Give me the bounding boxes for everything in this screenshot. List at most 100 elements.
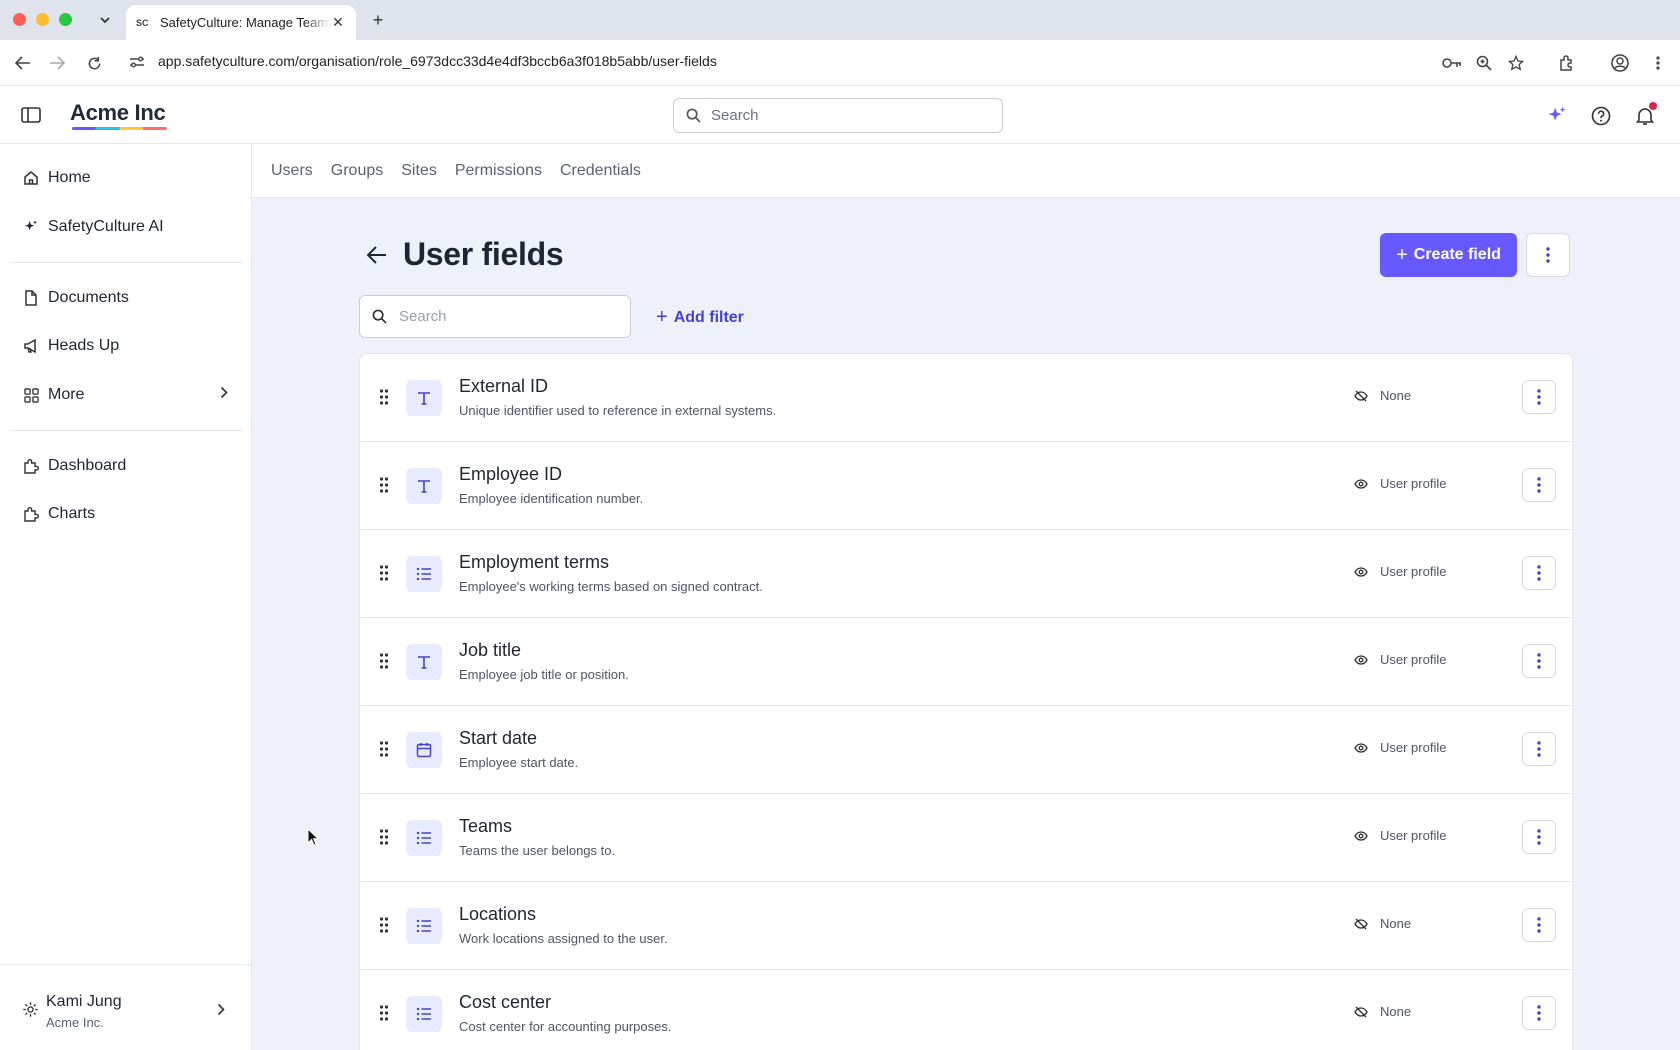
- field-more-button[interactable]: [1522, 908, 1556, 942]
- sidebar-divider: [10, 262, 242, 263]
- field-row[interactable]: Employment terms Employee's working terms…: [360, 530, 1572, 618]
- field-row[interactable]: Cost center Cost center for accounting pu…: [360, 970, 1572, 1050]
- drag-handle-icon[interactable]: [379, 652, 389, 675]
- help-icon[interactable]: [1589, 104, 1613, 128]
- user-menu[interactable]: Kami Jung Acme Inc.: [0, 964, 251, 1050]
- field-visibility: User profile: [1354, 740, 1446, 755]
- back-arrow-icon[interactable]: [364, 242, 390, 268]
- fields-search-input[interactable]: Search: [359, 295, 631, 338]
- list-icon: [406, 820, 442, 856]
- field-row[interactable]: External ID Unique identifier used to ref…: [360, 354, 1572, 442]
- eye-icon: [1354, 830, 1374, 841]
- field-row[interactable]: Teams Teams the user belongs to. User prof…: [360, 794, 1572, 882]
- kebab-menu-icon: [1537, 1005, 1541, 1021]
- window-close-button[interactable]: [13, 13, 26, 26]
- tab-close-icon[interactable]: ✕: [330, 14, 346, 31]
- drag-handle-icon[interactable]: [379, 1004, 389, 1027]
- window-minimize-button[interactable]: [36, 13, 49, 26]
- field-name: Cost center: [459, 992, 552, 1012]
- tab-users[interactable]: Users: [271, 162, 313, 180]
- tab-sites[interactable]: Sites: [401, 162, 437, 180]
- kebab-menu-icon: [1537, 653, 1541, 669]
- field-more-button[interactable]: [1522, 556, 1556, 590]
- sidebar-toggle-icon[interactable]: [20, 104, 42, 126]
- megaphone-icon: [22, 337, 40, 355]
- reload-icon[interactable]: [83, 52, 105, 74]
- profile-icon[interactable]: [1609, 52, 1631, 74]
- field-visibility-label: None: [1380, 388, 1412, 403]
- tab-permissions[interactable]: Permissions: [455, 162, 542, 180]
- main-content: Users Groups Sites Permissions Credentia…: [252, 144, 1680, 1050]
- drag-handle-icon[interactable]: [379, 740, 389, 763]
- create-field-button[interactable]: + Create field: [1380, 233, 1517, 277]
- field-name: Employment terms: [459, 552, 610, 572]
- field-visibility-label: None: [1380, 1004, 1412, 1019]
- field-more-button[interactable]: [1522, 468, 1556, 502]
- extensions-icon[interactable]: [1556, 52, 1578, 74]
- text-icon: [406, 380, 442, 416]
- page-more-button[interactable]: [1526, 233, 1570, 277]
- sidebar-item-charts[interactable]: Charts: [10, 495, 242, 533]
- tab-search-chevron-icon[interactable]: [93, 9, 117, 31]
- drag-handle-icon[interactable]: [379, 388, 389, 411]
- field-more-button[interactable]: [1522, 996, 1556, 1030]
- add-filter-button[interactable]: + Add filter: [656, 306, 744, 329]
- password-key-icon[interactable]: [1441, 52, 1463, 74]
- eye-icon: [1354, 654, 1374, 665]
- field-row[interactable]: Start date Employee start date. User profi…: [360, 706, 1572, 794]
- field-more-button[interactable]: [1522, 644, 1556, 678]
- ai-sparkle-icon[interactable]: [1545, 104, 1569, 128]
- field-row[interactable]: Employee ID Employee identification numbe…: [360, 442, 1572, 530]
- field-description: Work locations assigned to the user.: [459, 931, 668, 946]
- favicon-icon: SC: [136, 17, 149, 28]
- document-icon: [22, 289, 40, 307]
- brand-logo[interactable]: Acme Inc: [70, 100, 166, 126]
- global-search-input[interactable]: Search: [673, 98, 1003, 133]
- user-fields-list: External ID Unique identifier used to ref…: [359, 353, 1573, 1050]
- window-maximize-button[interactable]: [59, 13, 72, 26]
- sidebar-item-dashboard[interactable]: Dashboard: [10, 447, 242, 485]
- kebab-menu-icon: [1537, 741, 1541, 757]
- field-description: Employee job title or position.: [459, 667, 629, 682]
- field-description: Employee's working terms based on signed…: [459, 579, 763, 594]
- field-more-button[interactable]: [1522, 380, 1556, 414]
- back-arrow-icon[interactable]: [12, 52, 34, 74]
- notification-bell-icon[interactable]: [1633, 102, 1657, 128]
- drag-handle-icon[interactable]: [379, 828, 389, 851]
- app-header: Acme Inc Search: [0, 86, 1680, 144]
- field-name: Employee ID: [459, 464, 563, 484]
- field-description: Cost center for accounting purposes.: [459, 1019, 672, 1034]
- site-settings-icon[interactable]: [128, 53, 146, 71]
- sidebar-item-more[interactable]: More: [10, 376, 242, 414]
- sidebar-item-heads-up[interactable]: Heads Up: [10, 327, 242, 365]
- browser-menu-icon[interactable]: [1647, 52, 1669, 74]
- tab-groups[interactable]: Groups: [331, 162, 383, 180]
- new-tab-icon[interactable]: +: [366, 8, 390, 32]
- field-more-button[interactable]: [1522, 732, 1556, 766]
- url-field[interactable]: app.safetyculture.com/organisation/role_…: [158, 53, 717, 69]
- field-description: Unique identifier used to reference in e…: [459, 403, 777, 418]
- sidebar-item-label: Charts: [48, 505, 96, 522]
- eye-icon: [1354, 566, 1374, 577]
- tab-credentials[interactable]: Credentials: [560, 162, 641, 180]
- field-visibility-label: User profile: [1380, 740, 1447, 755]
- sidebar-item-label: Home: [48, 169, 91, 186]
- field-name: Locations: [459, 904, 537, 924]
- field-more-button[interactable]: [1522, 820, 1556, 854]
- field-row[interactable]: Locations Work locations assigned to the …: [360, 882, 1572, 970]
- bookmark-star-icon[interactable]: [1505, 52, 1527, 74]
- drag-handle-icon[interactable]: [379, 476, 389, 499]
- sidebar-item-safetyculture-ai[interactable]: SafetyCulture AI: [10, 208, 242, 246]
- drag-handle-icon[interactable]: [379, 916, 389, 939]
- zoom-icon[interactable]: [1473, 52, 1495, 74]
- field-row[interactable]: Job title Employee job title or position.…: [360, 618, 1572, 706]
- forward-arrow-icon[interactable]: [46, 52, 68, 74]
- calendar-icon: [406, 732, 442, 768]
- sidebar-item-documents[interactable]: Documents: [10, 279, 242, 317]
- field-name: Start date: [459, 728, 538, 748]
- field-visibility-label: User profile: [1380, 652, 1447, 667]
- browser-tab[interactable]: SC SafetyCulture: Manage Teams ✕: [126, 5, 356, 40]
- sidebar-item-label: SafetyCulture AI: [48, 218, 164, 235]
- sidebar-item-home[interactable]: Home: [10, 159, 242, 197]
- drag-handle-icon[interactable]: [379, 564, 389, 587]
